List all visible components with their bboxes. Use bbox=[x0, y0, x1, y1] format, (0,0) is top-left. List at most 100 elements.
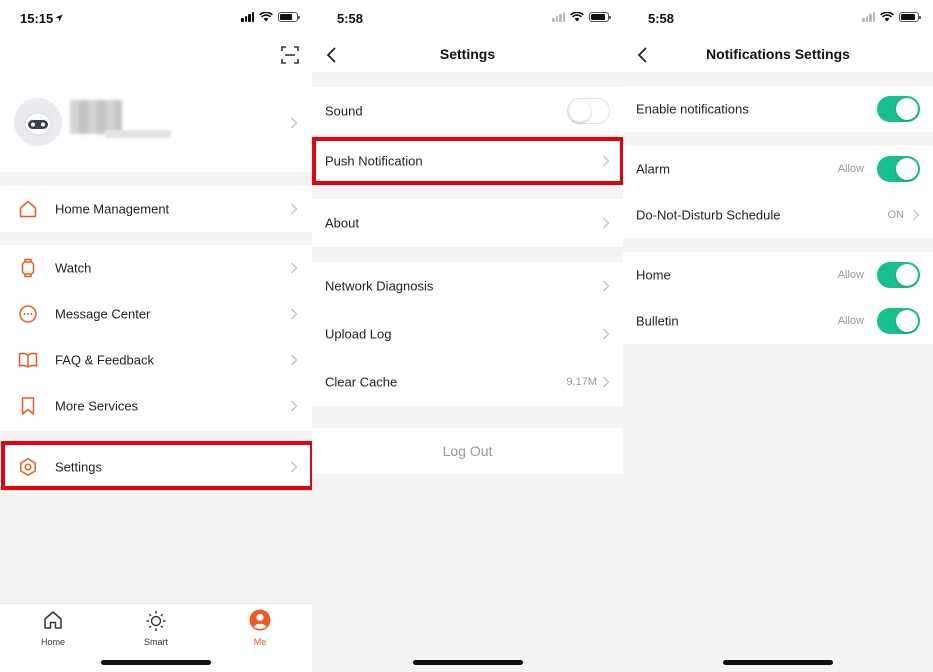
chevron-right-icon bbox=[291, 308, 298, 320]
blurred-account-id bbox=[105, 130, 171, 138]
chevron-right-icon bbox=[291, 203, 298, 215]
home-indicator bbox=[101, 660, 211, 665]
menu-item-label: Message Center bbox=[55, 306, 151, 322]
home-notification-row: Home Allow bbox=[623, 252, 933, 298]
home-toggle[interactable] bbox=[877, 262, 920, 288]
chevron-right-icon bbox=[603, 376, 610, 388]
do-not-disturb-row[interactable]: Do-Not-Disturb Schedule ON bbox=[623, 192, 933, 238]
chevron-right-icon bbox=[291, 262, 298, 274]
home-indicator bbox=[723, 660, 833, 665]
settings-screen: 5:58 Settings Sound Push Notification Ab… bbox=[312, 0, 623, 672]
enable-notifications-toggle[interactable] bbox=[877, 96, 920, 122]
row-label: Home bbox=[636, 267, 671, 283]
menu-item-home-management[interactable]: Home Management bbox=[0, 186, 312, 232]
tab-label: Me bbox=[253, 637, 267, 647]
notifications-settings-screen: 5:58 Notifications Settings Enable notif… bbox=[623, 0, 933, 672]
bulletin-toggle[interactable] bbox=[877, 308, 920, 334]
status-icons bbox=[862, 12, 921, 22]
menu-item-label: Watch bbox=[55, 260, 92, 276]
home-tab-icon bbox=[44, 611, 62, 629]
book-icon bbox=[18, 352, 38, 368]
tab-home[interactable]: Home bbox=[23, 609, 83, 647]
chevron-right-icon bbox=[291, 354, 298, 366]
tab-label: Smart bbox=[143, 637, 168, 647]
logout-button[interactable]: Log Out bbox=[312, 428, 623, 474]
status-bar: 5:58 bbox=[312, 0, 623, 38]
watch-icon bbox=[21, 258, 35, 278]
menu-item-label: More Services bbox=[55, 398, 139, 414]
chevron-right-icon bbox=[603, 217, 610, 229]
status-bar: 5:58 bbox=[623, 0, 933, 38]
scan-icon[interactable] bbox=[281, 46, 299, 64]
chevron-right-icon bbox=[291, 117, 298, 129]
sun-icon bbox=[146, 611, 166, 631]
status-time: 5:58 bbox=[648, 11, 675, 26]
nav-bar: Notifications Settings bbox=[623, 38, 933, 72]
battery-icon bbox=[899, 12, 921, 22]
alarm-toggle[interactable] bbox=[877, 156, 920, 182]
tab-smart[interactable]: Smart bbox=[126, 609, 186, 647]
chevron-right-icon bbox=[603, 328, 610, 340]
hexagon-gear-icon bbox=[20, 458, 36, 476]
wifi-icon bbox=[880, 12, 894, 22]
network-diagnosis-row[interactable]: Network Diagnosis bbox=[312, 262, 623, 310]
row-label: Bulletin bbox=[636, 313, 679, 329]
menu-item-watch[interactable]: Watch bbox=[0, 245, 312, 291]
profile-row[interactable] bbox=[0, 95, 312, 151]
row-label: Clear Cache bbox=[325, 374, 398, 390]
status-icons bbox=[552, 12, 611, 22]
location-arrow-icon bbox=[55, 14, 63, 22]
row-label: About bbox=[325, 215, 359, 231]
tab-label: Home bbox=[40, 637, 65, 647]
menu-item-message-center[interactable]: Message Center bbox=[0, 291, 312, 337]
nav-bar: Settings bbox=[312, 38, 623, 72]
battery-icon bbox=[589, 12, 611, 22]
chevron-right-icon bbox=[913, 209, 920, 221]
cache-size: 9.17M bbox=[566, 376, 597, 388]
row-label: Enable notifications bbox=[636, 101, 749, 117]
chevron-right-icon bbox=[603, 280, 610, 292]
wifi-icon bbox=[570, 12, 584, 22]
upload-log-row[interactable]: Upload Log bbox=[312, 310, 623, 358]
chevron-right-icon bbox=[291, 461, 298, 473]
page-title: Settings bbox=[439, 46, 496, 62]
page-title: Notifications Settings bbox=[706, 46, 850, 62]
status-time: 15:15 bbox=[20, 11, 54, 26]
wifi-icon bbox=[259, 12, 273, 22]
house-icon bbox=[19, 200, 37, 218]
person-icon bbox=[249, 609, 271, 631]
avatar bbox=[14, 98, 62, 146]
menu-item-settings[interactable]: Settings bbox=[0, 444, 312, 490]
sound-row: Sound bbox=[312, 87, 623, 135]
menu-item-faq-feedback[interactable]: FAQ & Feedback bbox=[0, 337, 312, 383]
push-notification-row[interactable]: Push Notification bbox=[312, 137, 623, 185]
enable-notifications-row: Enable notifications bbox=[623, 86, 933, 132]
allow-status: Allow bbox=[837, 269, 864, 281]
bookmark-icon bbox=[21, 397, 35, 415]
me-screen: 15:15 Home Management Watch Message Cent… bbox=[0, 0, 312, 672]
menu-item-label: Home Management bbox=[55, 201, 170, 217]
row-label: Do-Not-Disturb Schedule bbox=[636, 207, 781, 223]
menu-item-label: FAQ & Feedback bbox=[55, 352, 154, 368]
allow-status: Allow bbox=[837, 315, 864, 327]
status-bar: 15:15 bbox=[0, 0, 312, 38]
menu-item-more-services[interactable]: More Services bbox=[0, 383, 312, 429]
message-icon bbox=[19, 305, 37, 323]
signal-icon bbox=[862, 12, 875, 22]
blurred-username bbox=[70, 100, 122, 134]
chevron-right-icon bbox=[603, 155, 610, 167]
sound-toggle[interactable] bbox=[567, 98, 610, 124]
row-label: Sound bbox=[325, 103, 363, 119]
menu-item-label: Settings bbox=[55, 459, 102, 475]
row-label: Upload Log bbox=[325, 326, 392, 342]
clear-cache-row[interactable]: Clear Cache 9.17M bbox=[312, 358, 623, 406]
tab-me[interactable]: Me bbox=[230, 609, 290, 647]
status-time: 5:58 bbox=[337, 11, 364, 26]
home-indicator bbox=[412, 660, 523, 665]
about-row[interactable]: About bbox=[312, 199, 623, 247]
signal-icon bbox=[552, 12, 565, 22]
status-icons bbox=[241, 12, 300, 22]
dnd-status: ON bbox=[887, 209, 905, 221]
row-label: Push Notification bbox=[325, 153, 423, 169]
tab-bar: Home Smart Me bbox=[0, 603, 312, 672]
